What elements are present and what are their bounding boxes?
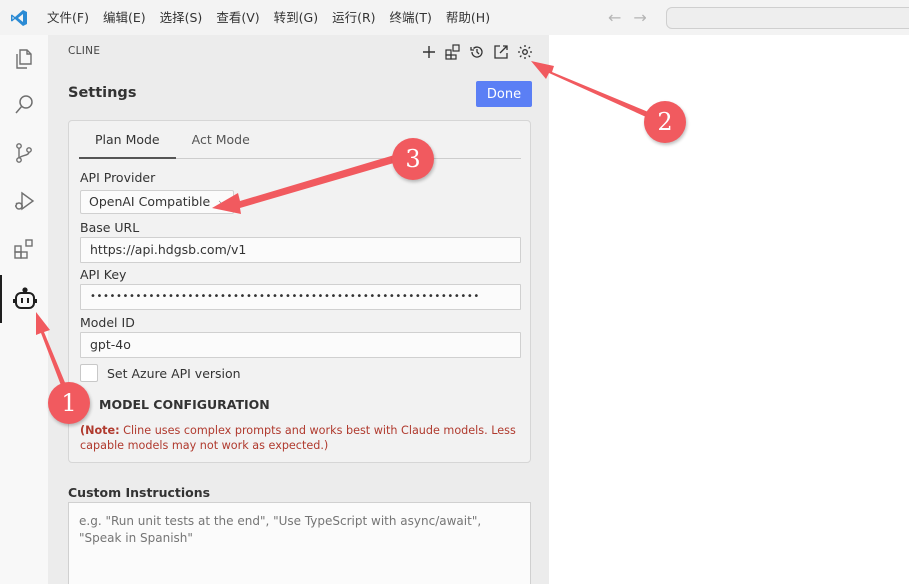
back-arrow-icon[interactable]: ← bbox=[608, 8, 621, 27]
command-center-input[interactable] bbox=[666, 7, 909, 29]
open-external-icon[interactable] bbox=[492, 43, 510, 61]
settings-gear-icon[interactable] bbox=[516, 43, 534, 61]
navigation-arrows: ← → bbox=[608, 0, 647, 35]
menu-help[interactable]: 帮助(H) bbox=[439, 0, 497, 35]
note-text: Cline uses complex prompts and works bes… bbox=[80, 424, 516, 452]
api-settings-panel: Plan Mode Act Mode API Provider OpenAI C… bbox=[68, 120, 531, 463]
annotation-badge-2: 2 bbox=[644, 101, 686, 143]
menu-bar: 文件(F) 编辑(E) 选择(S) 查看(V) 转到(G) 运行(R) 终端(T… bbox=[40, 0, 497, 35]
azure-api-version-checkbox[interactable] bbox=[80, 364, 98, 382]
menu-go[interactable]: 转到(G) bbox=[267, 0, 325, 35]
explorer-icon[interactable] bbox=[0, 35, 48, 83]
azure-api-version-label: Set Azure API version bbox=[107, 366, 241, 381]
done-button[interactable]: Done bbox=[476, 81, 532, 107]
title-bar: 文件(F) 编辑(E) 选择(S) 查看(V) 转到(G) 运行(R) 终端(T… bbox=[0, 0, 909, 35]
sidebar-header: CLINE bbox=[68, 45, 101, 57]
mode-tabs: Plan Mode Act Mode bbox=[79, 121, 521, 159]
model-id-input[interactable]: gpt-4o bbox=[80, 332, 521, 358]
source-control-icon[interactable] bbox=[0, 129, 48, 177]
base-url-label: Base URL bbox=[80, 220, 140, 235]
settings-title: Settings bbox=[68, 85, 137, 101]
model-compatibility-note: (Note: Cline uses complex prompts and wo… bbox=[80, 423, 520, 453]
custom-instructions-textarea[interactable] bbox=[68, 502, 531, 584]
note-prefix: (Note: bbox=[80, 424, 120, 437]
menu-file[interactable]: 文件(F) bbox=[40, 0, 96, 35]
menu-edit[interactable]: 编辑(E) bbox=[96, 0, 153, 35]
custom-instructions-label: Custom Instructions bbox=[68, 485, 211, 500]
chevron-down-icon: ⌵ bbox=[218, 195, 227, 208]
mcp-servers-icon[interactable] bbox=[444, 43, 462, 61]
tab-act-mode[interactable]: Act Mode bbox=[176, 121, 266, 158]
model-configuration-toggle[interactable]: MODEL CONFIGURATION bbox=[99, 397, 270, 412]
menu-selection[interactable]: 选择(S) bbox=[153, 0, 210, 35]
tab-plan-mode[interactable]: Plan Mode bbox=[79, 121, 176, 159]
forward-arrow-icon[interactable]: → bbox=[633, 8, 646, 27]
api-key-label: API Key bbox=[80, 267, 127, 282]
api-provider-value: OpenAI Compatible bbox=[89, 194, 211, 209]
history-icon[interactable] bbox=[468, 43, 486, 61]
run-debug-icon[interactable] bbox=[0, 177, 48, 225]
extensions-icon[interactable] bbox=[0, 225, 48, 273]
base-url-input[interactable]: https://api.hdgsb.com/v1 bbox=[80, 237, 521, 263]
api-key-input[interactable]: ••••••••••••••••••••••••••••••••••••••••… bbox=[80, 284, 521, 310]
cline-sidebar: CLINE Settings Done Plan Mode Act Mode A… bbox=[48, 35, 549, 584]
model-id-label: Model ID bbox=[80, 315, 135, 330]
plus-icon[interactable] bbox=[420, 43, 438, 61]
menu-terminal[interactable]: 终端(T) bbox=[383, 0, 439, 35]
api-provider-label: API Provider bbox=[80, 170, 156, 185]
menu-run[interactable]: 运行(R) bbox=[325, 0, 382, 35]
api-provider-select[interactable]: OpenAI Compatible ⌵ bbox=[80, 190, 234, 214]
activity-bar bbox=[0, 35, 48, 584]
cline-robot-icon[interactable] bbox=[0, 275, 48, 323]
menu-view[interactable]: 查看(V) bbox=[209, 0, 266, 35]
vscode-logo-icon bbox=[8, 7, 30, 29]
header-actions bbox=[420, 43, 534, 61]
search-icon[interactable] bbox=[0, 81, 48, 129]
